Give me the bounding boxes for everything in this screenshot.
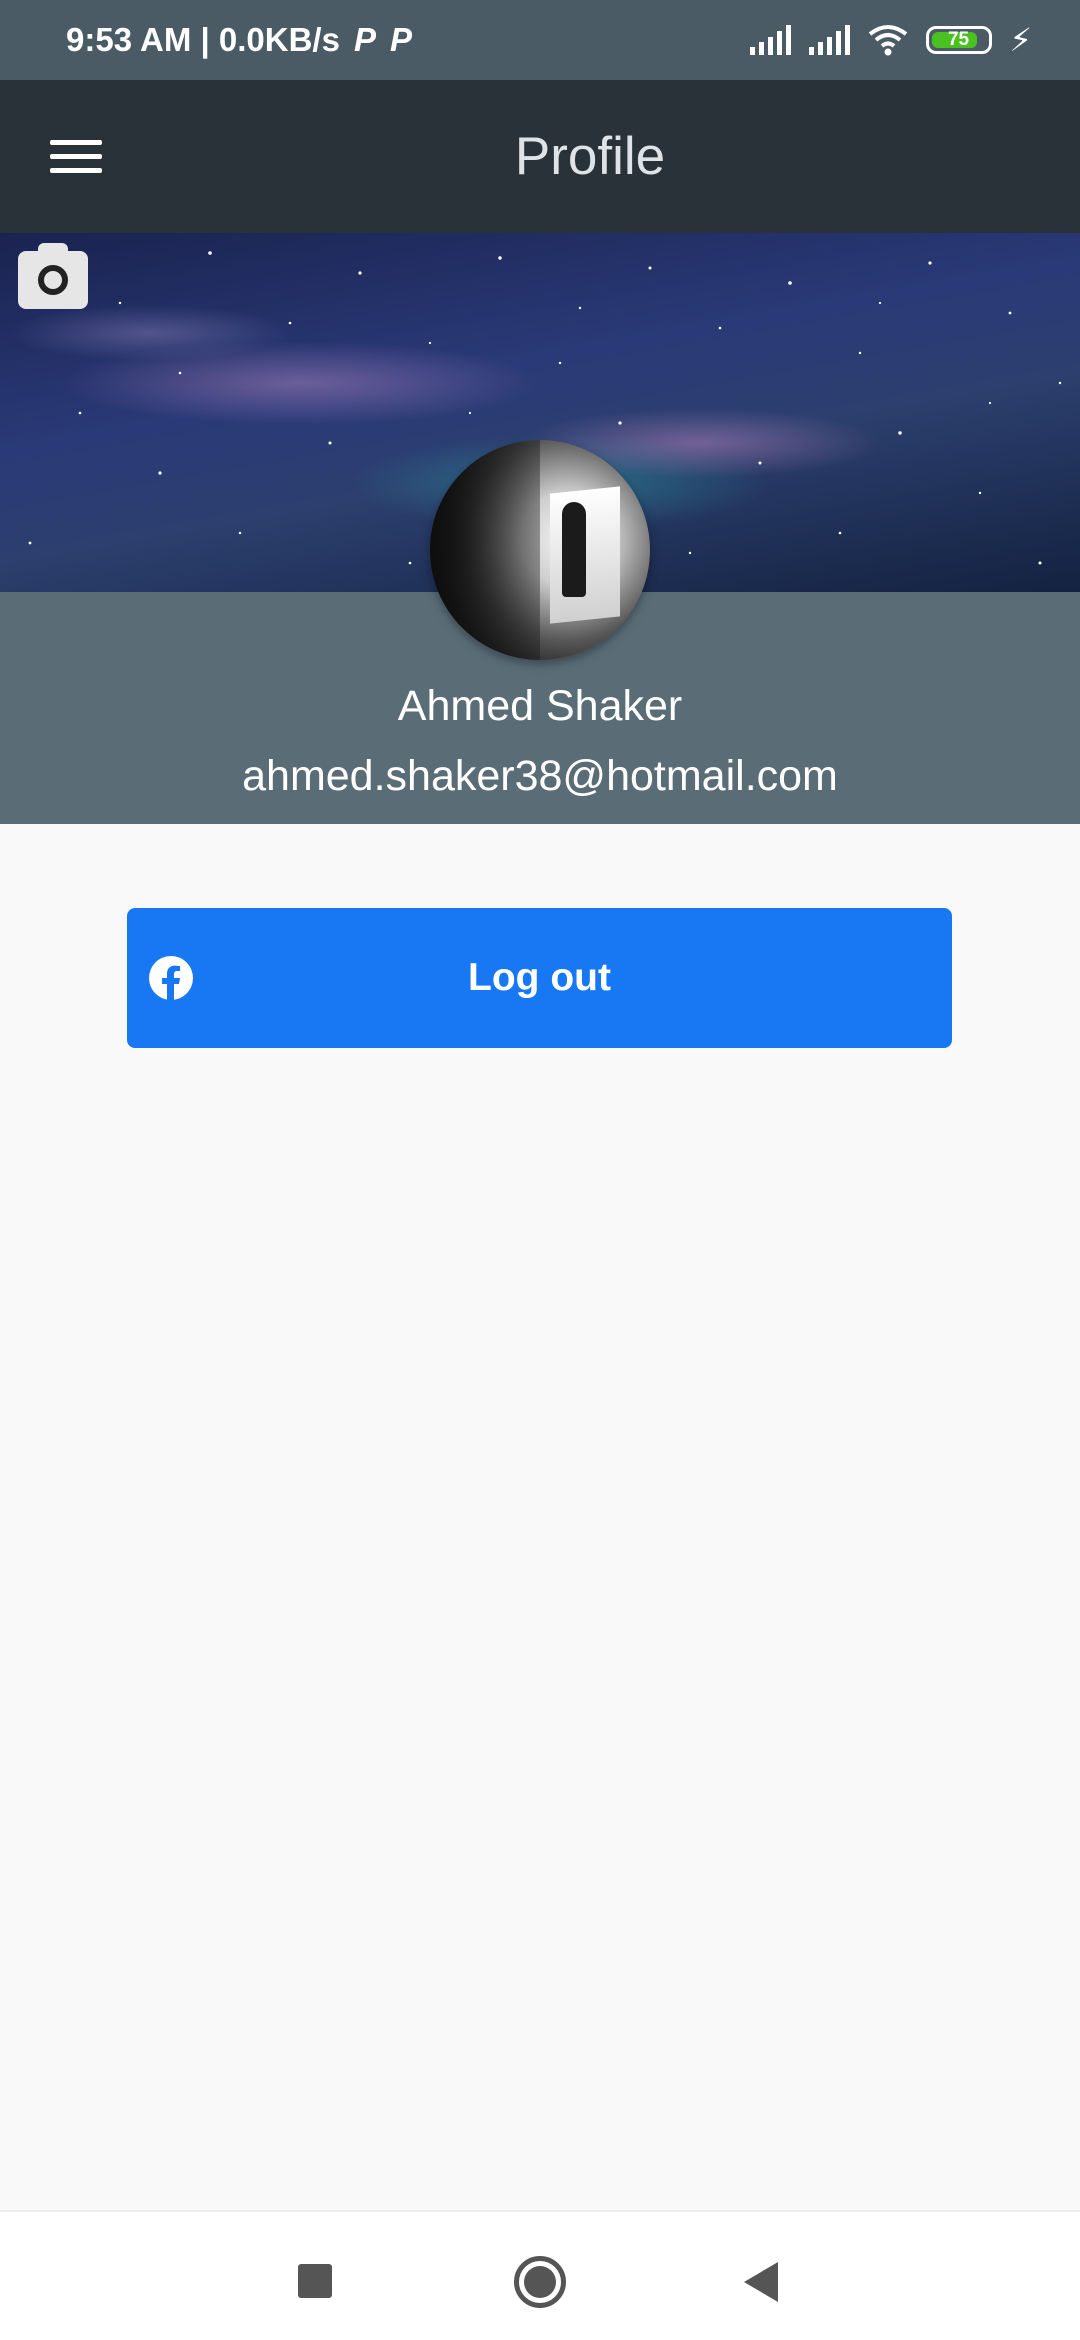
recents-square-icon[interactable]: [298, 2264, 332, 2298]
app-bar: Profile: [0, 80, 1080, 233]
page-title: Profile: [514, 127, 666, 186]
signal-icon: [749, 25, 791, 55]
battery-icon: 75: [925, 26, 992, 54]
back-triangle-icon[interactable]: [744, 2262, 778, 2302]
profile-name: Ahmed Shaker: [397, 682, 683, 730]
status-right: 75 ⚡: [749, 0, 1032, 80]
status-left: 9:53 AM | 0.0KB/s P P: [66, 0, 412, 80]
home-circle-icon[interactable]: [514, 2256, 566, 2308]
battery-level: 75: [947, 29, 970, 50]
charging-bolt-icon: ⚡: [1009, 22, 1032, 58]
facebook-icon: [149, 956, 193, 1000]
parking-p-icon: P: [353, 21, 376, 58]
system-nav-bar: [0, 2210, 1080, 2340]
status-bar: 9:53 AM | 0.0KB/s P P 75 ⚡: [0, 0, 1080, 80]
avatar[interactable]: [430, 440, 650, 660]
status-time-speed: 9:53 AM | 0.0KB/s: [66, 21, 340, 58]
profile-email: ahmed.shaker38@hotmail.com: [242, 752, 838, 800]
wifi-icon: [868, 25, 907, 56]
camera-icon[interactable]: [18, 243, 88, 309]
parking-p-icon: P: [389, 21, 412, 58]
logout-label: Log out: [468, 956, 611, 999]
logout-button[interactable]: Log out: [127, 908, 952, 1048]
signal-icon: [808, 25, 850, 55]
